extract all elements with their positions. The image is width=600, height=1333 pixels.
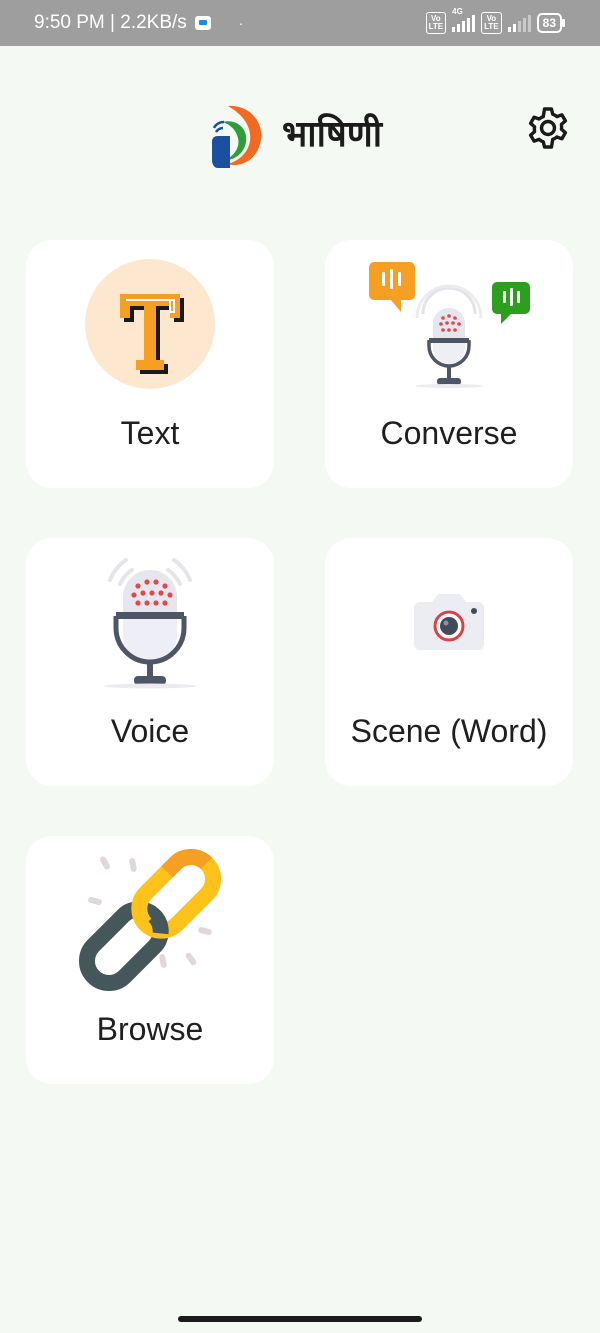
converse-feature-card[interactable]: Converse	[325, 240, 573, 488]
gear-icon[interactable]	[524, 104, 572, 152]
signal-strength-icon-2	[507, 14, 531, 32]
browse-feature-label: Browse	[96, 1011, 204, 1047]
bhashini-logo-icon	[212, 105, 262, 168]
volte-badge-2: Vo LTE	[481, 12, 502, 34]
scene-feature-card[interactable]: Scene (Word)	[325, 538, 573, 786]
volte-badge: Vo LTE	[425, 12, 447, 34]
conversation-mic-icon	[369, 262, 530, 388]
message-notification-icon	[194, 16, 211, 30]
notification-dot: ·	[238, 15, 244, 31]
scene-feature-label: Scene (Word)	[350, 713, 548, 749]
converse-feature-label: Converse	[380, 415, 518, 451]
signal-strength-icon: 4G	[452, 7, 476, 32]
browse-feature-card[interactable]: Browse	[26, 836, 274, 1084]
voice-feature-label: Voice	[110, 713, 190, 749]
text-feature-label: Text	[120, 415, 180, 451]
text-feature-card[interactable]: Text	[26, 240, 274, 488]
status-time-speed: 9:50 PM | 2.2KB/s	[34, 12, 187, 33]
battery-icon: 83	[536, 13, 566, 33]
app-title: भाषिणी	[282, 114, 383, 155]
link-icon	[78, 848, 222, 992]
home-indicator[interactable]	[178, 1316, 422, 1322]
network-type: 4G	[452, 7, 463, 16]
microphone-icon	[104, 558, 196, 689]
text-t-icon	[85, 259, 215, 389]
voice-feature-card[interactable]: Voice	[26, 538, 274, 786]
camera-icon	[414, 594, 484, 650]
status-bar: 9:50 PM | 2.2KB/s · Vo LTE 4G Vo LTE 83	[0, 0, 600, 46]
